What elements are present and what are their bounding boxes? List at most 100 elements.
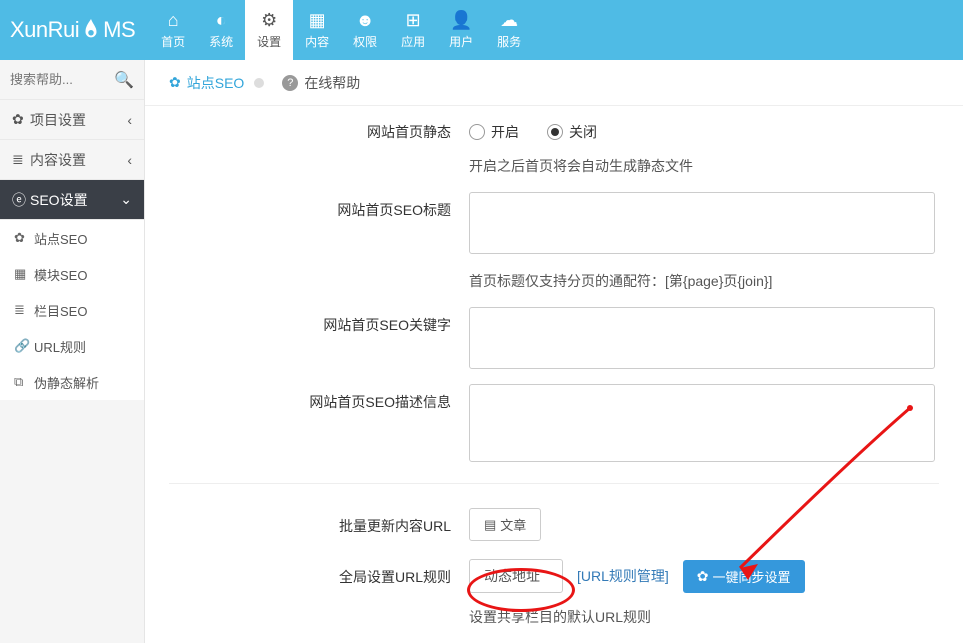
chevron-left-icon: ‹	[127, 152, 132, 168]
nav-items: ⌂ 首页 ◐ 系统 ⚙ 设置 ▦ 内容 ☻ 权限 ⊞ 应用 👤用户 ☁ 服务	[149, 0, 533, 60]
tab-help-label: 在线帮助	[304, 73, 360, 93]
global-url-select[interactable]: 动态地址	[469, 559, 563, 593]
radio-static-on[interactable]: 开启	[469, 122, 519, 142]
tab-help[interactable]: ? 在线帮助	[282, 73, 366, 93]
url-rule-icon: 🔗	[14, 338, 34, 354]
tab-close-dot[interactable]	[254, 78, 264, 88]
sidebar: 🔍 ✿项目设置‹≣内容设置‹ⓔSEO设置⌄✿站点SEO▦模块SEO≣栏目SEO🔗…	[0, 60, 145, 643]
sidebar-group-seo[interactable]: ⓔSEO设置⌄	[0, 180, 144, 220]
link-url-rule-manage[interactable]: [URL规则管理]	[577, 566, 669, 586]
item-label: 栏目SEO	[34, 301, 87, 320]
help-global-url: 设置共享栏目的默认URL规则	[469, 603, 939, 627]
item-label: 伪静态解析	[34, 373, 99, 392]
content-area: 网站首页静态 开启 关闭 开启之后首页将会自动生成静态文件 网站首页SEO标题	[145, 106, 963, 643]
help-seo-title: 首页标题仅支持分页的通配符：[第{page}页{join}]	[469, 267, 939, 291]
item-label: 模块SEO	[34, 265, 87, 284]
label-seo-keywords: 网站首页SEO关键字	[169, 307, 469, 372]
input-seo-keywords[interactable]	[469, 307, 935, 369]
radio-group-static: 开启 关闭	[469, 114, 939, 142]
sidebar-item-rewrite[interactable]: ⧉伪静态解析	[0, 364, 144, 400]
nav-service[interactable]: ☁ 服务	[485, 0, 533, 60]
sidebar-item-url-rule[interactable]: 🔗URL规则	[0, 328, 144, 364]
row-seo-title-help: 首页标题仅支持分页的通配符：[第{page}页{join}]	[169, 267, 939, 291]
home-icon: ⌂	[168, 10, 179, 31]
doc-icon: ▤	[484, 517, 496, 533]
radio-icon	[469, 124, 485, 140]
nav-content[interactable]: ▦ 内容	[293, 0, 341, 60]
content-icon: ≣	[12, 151, 30, 168]
nav-app[interactable]: ⊞ 应用	[389, 0, 437, 60]
row-seo-desc: 网站首页SEO描述信息	[169, 384, 939, 465]
nav-home[interactable]: ⌂ 首页	[149, 0, 197, 60]
logo: XunRui MS	[0, 0, 149, 60]
sidebar-group-content[interactable]: ≣内容设置 ‹	[0, 140, 144, 180]
tab-site-seo[interactable]: ✿ 站点SEO	[169, 73, 264, 93]
sidebar-item-site-seo[interactable]: ✿站点SEO	[0, 220, 144, 256]
service-icon: ☁	[500, 10, 518, 31]
top-header: XunRui MS ⌂ 首页 ◐ 系统 ⚙ 设置 ▦ 内容 ☻ 权限 ⊞ 应用 👤用户 ☁ 服务	[0, 0, 963, 60]
label-seo-desc: 网站首页SEO描述信息	[169, 384, 469, 465]
row-global-url: 全局设置URL规则 动态地址 [URL规则管理] ✿ 一键同步设置	[169, 559, 939, 593]
sync-settings-button[interactable]: ✿ 一键同步设置	[683, 560, 805, 593]
radio-label: 关闭	[569, 122, 597, 142]
group-label: 内容设置	[30, 150, 86, 170]
btn-label: 一键同步设置	[713, 567, 791, 586]
input-seo-title[interactable]	[469, 192, 935, 254]
label-static: 网站首页静态	[169, 114, 469, 142]
setting-icon: ⚙	[261, 10, 277, 31]
site-seo-icon: ✿	[14, 230, 34, 246]
gear-icon: ✿	[169, 74, 181, 91]
logo-text-2: MS	[103, 17, 135, 43]
row-seo-keywords: 网站首页SEO关键字	[169, 307, 939, 372]
logo-text-1: XunRui	[10, 17, 79, 43]
radio-label: 开启	[491, 122, 519, 142]
batch-url-article-button[interactable]: ▤ 文章	[469, 508, 541, 541]
item-label: 站点SEO	[34, 229, 87, 248]
module-seo-icon: ▦	[14, 266, 34, 282]
auth-icon: ☻	[356, 10, 375, 31]
sidebar-search-input[interactable]	[10, 72, 110, 87]
label-seo-title: 网站首页SEO标题	[169, 192, 469, 257]
row-batch-url: 批量更新内容URL ▤ 文章	[169, 508, 939, 541]
input-seo-desc[interactable]	[469, 384, 935, 462]
row-global-url-help: 设置共享栏目的默认URL规则	[169, 603, 939, 627]
project-icon: ✿	[12, 111, 30, 128]
column-seo-icon: ≣	[14, 302, 34, 318]
sidebar-item-column-seo[interactable]: ≣栏目SEO	[0, 292, 144, 328]
nav-user[interactable]: 👤用户	[437, 0, 485, 60]
label-batch-url: 批量更新内容URL	[169, 508, 469, 541]
select-value: 动态地址	[484, 566, 540, 586]
nav-auth[interactable]: ☻ 权限	[341, 0, 389, 60]
row-seo-title: 网站首页SEO标题	[169, 192, 939, 257]
sidebar-item-module-seo[interactable]: ▦模块SEO	[0, 256, 144, 292]
nav-setting[interactable]: ⚙ 设置	[245, 0, 293, 60]
nav-label: 系统	[209, 33, 233, 50]
row-static: 网站首页静态 开启 关闭	[169, 114, 939, 142]
chevron-left-icon: ‹	[127, 112, 132, 128]
group-label: 项目设置	[30, 110, 86, 130]
row-static-help: 开启之后首页将会自动生成静态文件	[169, 152, 939, 176]
sidebar-group-project[interactable]: ✿项目设置 ‹	[0, 100, 144, 140]
nav-system[interactable]: ◐ 系统	[197, 0, 245, 60]
gear-icon: ✿	[697, 568, 709, 585]
content-icon: ▦	[309, 10, 326, 31]
question-icon: ?	[282, 75, 298, 91]
nav-label: 首页	[161, 33, 185, 50]
submenu-seo: ✿站点SEO▦模块SEO≣栏目SEO🔗URL规则⧉伪静态解析	[0, 220, 144, 400]
radio-icon	[547, 124, 563, 140]
system-icon: ◐	[216, 10, 227, 31]
help-static: 开启之后首页将会自动生成静态文件	[469, 152, 939, 176]
divider	[169, 483, 939, 484]
nav-label: 设置	[257, 33, 281, 50]
item-label: URL规则	[34, 337, 86, 356]
nav-label: 权限	[353, 33, 377, 50]
nav-label: 应用	[401, 33, 425, 50]
radio-static-off[interactable]: 关闭	[547, 122, 597, 142]
search-icon[interactable]: 🔍	[114, 70, 134, 90]
label-global-url: 全局设置URL规则	[169, 559, 469, 593]
app-icon: ⊞	[406, 10, 421, 31]
nav-label: 服务	[497, 33, 521, 50]
flame-icon	[80, 17, 102, 43]
nav-label: 内容	[305, 33, 329, 50]
user-icon: 👤	[450, 10, 472, 31]
